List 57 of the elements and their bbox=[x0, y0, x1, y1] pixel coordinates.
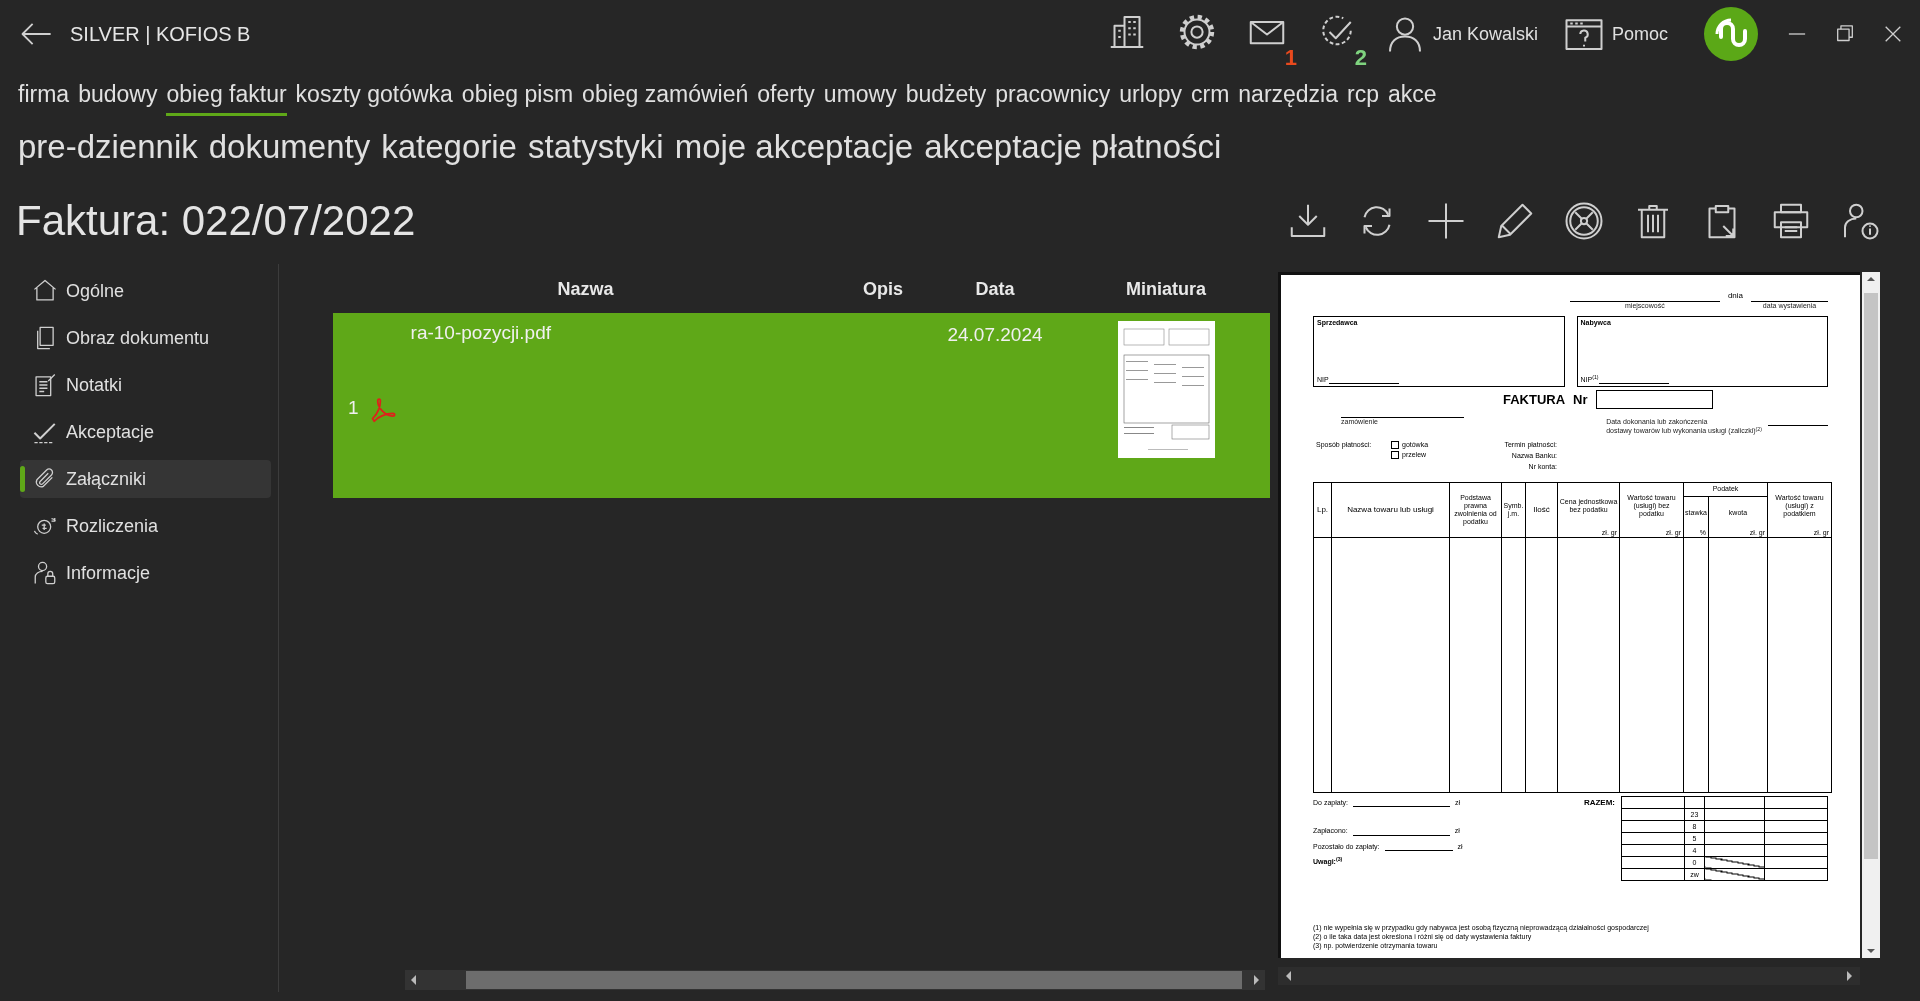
nav-tab[interactable]: obieg pism bbox=[461, 81, 574, 116]
notification-count: 1 bbox=[1284, 46, 1297, 69]
checkbox[interactable] bbox=[1391, 440, 1399, 449]
sidebar-item[interactable]: Załączniki bbox=[20, 460, 271, 498]
person-lock-icon bbox=[32, 560, 58, 586]
sub-tab[interactable]: kategorie bbox=[381, 122, 517, 172]
date-word: dnia bbox=[1727, 291, 1743, 301]
column-header: Ilość bbox=[1532, 505, 1551, 515]
sidebar-item[interactable]: Akceptacje bbox=[20, 413, 271, 451]
page-title: Faktura: 022/07/2022 bbox=[16, 195, 416, 246]
nav-tab[interactable]: obieg faktur bbox=[166, 81, 287, 116]
scrollbar[interactable] bbox=[1278, 967, 1860, 985]
column-header: Nazwa towaru lub usługi bbox=[1346, 505, 1435, 515]
file-date: 24.07.2024 bbox=[947, 324, 1043, 345]
app-logo bbox=[1704, 7, 1758, 61]
nav-tab[interactable]: narzędzia bbox=[1238, 81, 1339, 116]
sidebar-item[interactable]: Notatki bbox=[20, 366, 271, 404]
nav-tab[interactable]: firma bbox=[18, 81, 70, 116]
nav-tab[interactable]: urlopy bbox=[1119, 81, 1182, 116]
scrollbar[interactable] bbox=[1862, 272, 1880, 958]
nav-tab[interactable]: rcp bbox=[1347, 81, 1379, 116]
column-header: Opis bbox=[862, 278, 904, 301]
nav-tab[interactable]: pracownicy bbox=[995, 81, 1111, 116]
column-header: Nazwa bbox=[556, 278, 615, 301]
nav-tab[interactable]: budżety bbox=[905, 81, 987, 116]
app-title: SILVER | KOFIOS B bbox=[70, 22, 251, 47]
nav-tab[interactable]: crm bbox=[1190, 81, 1230, 116]
column-header: Lp. bbox=[1315, 505, 1330, 515]
number-label: Nr bbox=[1573, 392, 1588, 408]
nav-tab[interactable]: obieg zamówień bbox=[582, 81, 749, 116]
nav-tab[interactable]: umowy bbox=[823, 81, 897, 116]
nav-tab[interactable]: koszty gotówka bbox=[295, 81, 453, 116]
total-label: RAZEM: bbox=[1583, 797, 1615, 809]
invoice-title: FAKTURA bbox=[1503, 392, 1566, 408]
sidebar-item[interactable]: Ogólne bbox=[20, 272, 271, 310]
sidebar-item[interactable]: Informacje bbox=[20, 554, 271, 592]
home-icon bbox=[32, 278, 58, 304]
sidebar-item[interactable]: Rozliczenia bbox=[20, 507, 271, 545]
sub-tab[interactable]: statystyki bbox=[527, 122, 664, 172]
sub-tab[interactable]: dokumenty bbox=[208, 122, 371, 172]
column-header: Miniatura bbox=[1125, 278, 1207, 301]
nav-tab[interactable]: oferty bbox=[757, 81, 815, 116]
checkbox[interactable] bbox=[1391, 451, 1399, 460]
nav-tab[interactable]: budowy bbox=[78, 81, 158, 116]
column-header: Data bbox=[974, 278, 1016, 301]
sub-tab[interactable]: moje akceptacje bbox=[674, 122, 914, 172]
row-number: 1 bbox=[348, 396, 359, 421]
user-name[interactable]: Jan Kowalski bbox=[1432, 20, 1538, 48]
help-link[interactable]: Pomoc bbox=[1611, 20, 1668, 48]
sub-tab[interactable]: pre-dziennik bbox=[18, 122, 198, 172]
notification-count: 2 bbox=[1354, 46, 1367, 69]
nav-tab[interactable]: akce bbox=[1388, 81, 1437, 116]
file-name: ra-10-pozycji.pdf bbox=[410, 321, 552, 345]
scrollbar[interactable] bbox=[405, 970, 1265, 990]
notes-icon bbox=[32, 372, 58, 398]
sidebar-item[interactable]: Obraz dokumentu bbox=[20, 319, 271, 357]
sub-tab[interactable]: akceptacje płatności bbox=[924, 122, 1222, 172]
